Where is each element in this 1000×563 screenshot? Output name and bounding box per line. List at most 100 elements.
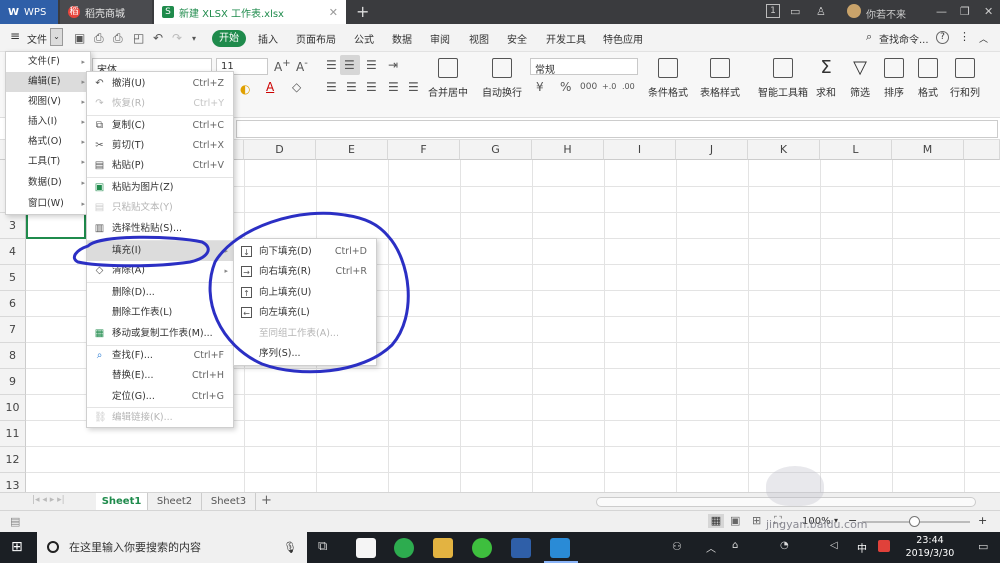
align-right-icon[interactable]: ☰ <box>366 80 377 94</box>
people-icon[interactable]: ⚇ <box>672 540 682 553</box>
edit-links[interactable]: ⛓ 编辑链接(K)... <box>87 408 233 428</box>
conditional-format-button[interactable]: 条件格式 <box>648 58 688 99</box>
justify-icon[interactable]: ☰ <box>388 80 399 94</box>
edit-clear[interactable]: ◇ 清除(A) ▸ <box>87 261 233 281</box>
number-format-select[interactable]: 常规 <box>530 58 638 76</box>
file-menu-button[interactable]: 文件 <box>27 31 47 46</box>
shirt-icon[interactable]: ♙ <box>816 5 826 18</box>
menu-item-edit[interactable]: 编辑(E) ▸ <box>6 72 90 92</box>
thousands-icon[interactable]: 000 <box>580 82 597 92</box>
format-button[interactable]: 格式 <box>918 58 938 99</box>
row-header-6[interactable]: 6 <box>0 291 26 317</box>
row-header-10[interactable]: 10 <box>0 395 26 421</box>
undo-toolbar-icon[interactable]: ↶ <box>153 31 163 45</box>
tray-expand-icon[interactable]: ︿ <box>706 540 716 555</box>
font-grow-icon[interactable]: A+ <box>274 58 291 74</box>
menu-item-insert[interactable]: 插入(I) ▸ <box>6 112 90 132</box>
screen-icon[interactable]: ▭ <box>790 5 800 18</box>
wrap-text-button[interactable]: 自动换行 <box>482 58 522 99</box>
row-col-button[interactable]: 行和列 <box>950 58 980 99</box>
print-icon[interactable]: ⎙ <box>113 31 123 46</box>
sort-button[interactable]: 排序 <box>884 58 904 99</box>
wps-sheet-app-icon[interactable] <box>550 538 570 558</box>
edit-copy[interactable]: ⧉ 复制(C) Ctrl+C <box>87 116 233 136</box>
distributed-icon[interactable]: ☰ <box>408 80 419 94</box>
active-cell[interactable] <box>26 213 86 239</box>
sogou-ime-icon[interactable] <box>878 540 890 552</box>
sheet-tab-3[interactable]: Sheet3 <box>202 493 256 511</box>
edit-fill[interactable]: 填充(I) ▸ <box>87 241 233 261</box>
font-shrink-icon[interactable]: A- <box>296 58 308 74</box>
align-top-icon[interactable]: ☰ <box>326 58 337 72</box>
restore-icon[interactable]: ❐ <box>960 5 970 18</box>
edit-undo[interactable]: ↶ 撤消(U) Ctrl+Z <box>87 74 233 94</box>
notification-icon[interactable]: ▭ <box>978 540 988 553</box>
fullscreen-icon[interactable]: ⛶ <box>774 514 782 528</box>
fill-up[interactable]: ↑ 向上填充(U) <box>234 283 376 303</box>
tab-daoke[interactable]: 稻 稻壳商城 <box>60 0 152 24</box>
print-preview-icon[interactable]: ◰ <box>133 31 144 45</box>
tab-view[interactable]: 视图 <box>469 31 489 46</box>
task-view-icon[interactable]: ⧉ <box>318 539 327 554</box>
row-header-12[interactable]: 12 <box>0 447 26 473</box>
zoom-dropdown-icon[interactable]: ▾ <box>834 516 838 525</box>
currency-icon[interactable]: ¥ <box>536 80 544 94</box>
column-header-l[interactable]: L <box>820 140 892 160</box>
ime-indicator[interactable]: 中 <box>857 540 867 555</box>
filter-button[interactable]: ▽ 筛选 <box>850 58 870 100</box>
edit-delete[interactable]: 删除(D)... <box>87 283 233 303</box>
smart-toolbox-button[interactable]: 智能工具箱 <box>758 58 808 99</box>
horizontal-scrollbar[interactable] <box>596 497 976 507</box>
tab-page-layout[interactable]: 页面布局 <box>296 31 336 46</box>
column-header-g[interactable]: G <box>460 140 532 160</box>
edit-delete-sheet[interactable]: 删除工作表(L) <box>87 303 233 323</box>
eraser-icon[interactable]: ◇ <box>292 80 301 94</box>
network-icon[interactable]: ⌂ <box>732 540 738 551</box>
sheet-tab-1[interactable]: Sheet1 <box>96 493 148 511</box>
taskbar-search[interactable]: 在这里输入你要搜索的内容 🎙 <box>37 532 307 563</box>
microphone-icon[interactable]: 🎙 <box>283 532 297 563</box>
column-header-m[interactable]: M <box>892 140 964 160</box>
align-left-icon[interactable]: ☰ <box>326 80 337 94</box>
collapse-ribbon-icon[interactable]: ︿ <box>979 32 988 45</box>
fill-down[interactable]: ↓ 向下填充(D) Ctrl+D <box>234 242 376 262</box>
tab-insert[interactable]: 插入 <box>258 31 278 46</box>
row-header-8[interactable]: 8 <box>0 343 26 369</box>
row-header-11[interactable]: 11 <box>0 421 26 447</box>
row-header-7[interactable]: 7 <box>0 317 26 343</box>
fill-right[interactable]: → 向右填充(R) Ctrl+R <box>234 262 376 282</box>
chevron-down-icon[interactable]: ⌄ <box>50 28 63 46</box>
browser-app-icon[interactable] <box>394 538 414 558</box>
more-icon[interactable]: ⋮ <box>959 30 970 43</box>
clock[interactable]: 23:44 2019/3/30 <box>902 534 958 560</box>
quick-more-icon[interactable]: ▾ <box>192 34 196 43</box>
column-header-h[interactable]: H <box>532 140 604 160</box>
zoom-level[interactable]: 100% <box>802 516 831 527</box>
zoom-out-icon[interactable]: − <box>848 514 857 527</box>
column-header-j[interactable]: J <box>676 140 748 160</box>
command-search[interactable]: 查找命令... <box>879 31 929 46</box>
wps-app-icon[interactable] <box>511 538 531 558</box>
column-header-e[interactable]: E <box>316 140 388 160</box>
table-style-button[interactable]: 表格样式 <box>700 58 740 99</box>
menu-item-tools[interactable]: 工具(T) ▸ <box>6 152 90 172</box>
sum-button[interactable]: Σ 求和 <box>816 58 836 100</box>
macro-icon[interactable]: ▤ <box>10 515 20 528</box>
fill-left[interactable]: ← 向左填充(L) <box>234 303 376 323</box>
avatar[interactable] <box>847 4 861 18</box>
menu-item-view[interactable]: 视图(V) ▸ <box>6 92 90 112</box>
fill-color-icon[interactable]: ◐ <box>240 82 250 96</box>
decrease-decimal-icon[interactable]: .00 <box>622 82 635 91</box>
export-icon[interactable]: ⎙ <box>94 31 104 46</box>
add-sheet-icon[interactable]: + <box>261 493 272 508</box>
row-header-5[interactable]: 5 <box>0 265 26 291</box>
menu-item-window[interactable]: 窗口(W) ▸ <box>6 194 90 214</box>
save-icon[interactable]: ▣ <box>74 31 85 45</box>
new-tab-icon[interactable]: + <box>356 2 369 21</box>
close-window-icon[interactable]: ✕ <box>984 5 993 18</box>
align-bottom-icon[interactable]: ☰ <box>366 58 377 72</box>
increase-decimal-icon[interactable]: +.0 <box>602 82 616 91</box>
percent-icon[interactable]: % <box>560 80 571 94</box>
fill-across-sheets[interactable]: 至同组工作表(A)... <box>234 324 376 344</box>
merge-center-button[interactable]: 合并居中 <box>428 58 468 99</box>
